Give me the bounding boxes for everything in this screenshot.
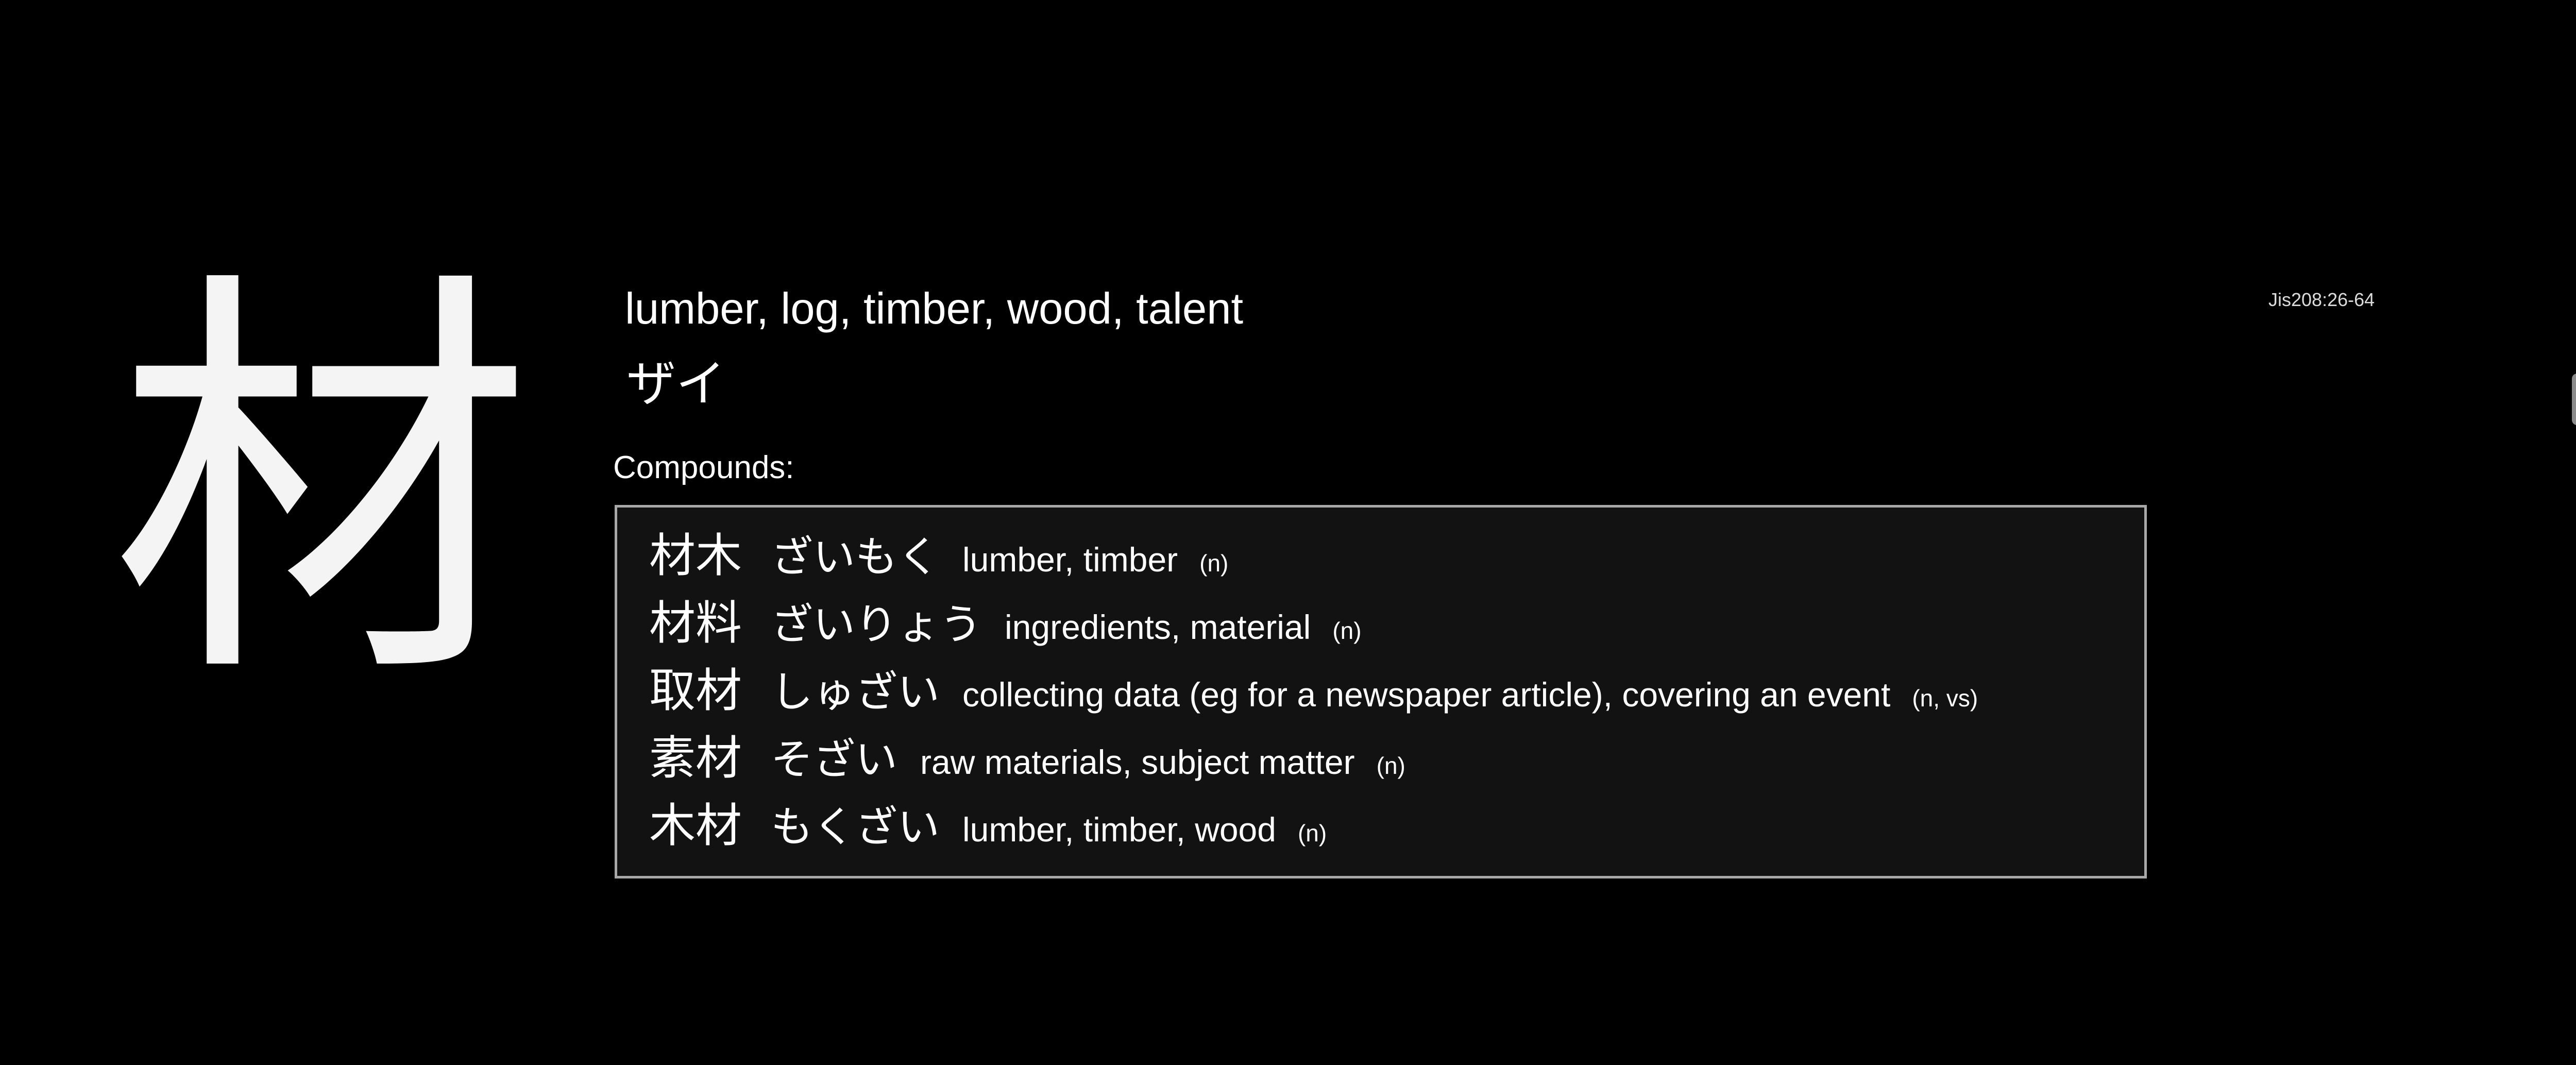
compound-row: 材料 ざいりょう ingredients, material (n) <box>649 585 2144 653</box>
compound-meaning: raw materials, subject matter <box>920 743 1355 781</box>
kanji-character: 材 <box>111 239 533 730</box>
compound-reading: しゅざい <box>771 668 940 717</box>
compound-meaning: ingredients, material <box>1005 608 1311 646</box>
compound-part-of-speech: (n) <box>1332 617 1362 644</box>
compound-meaning: collecting data (eg for a newspaper arti… <box>962 675 1891 714</box>
compound-reading: ざいりょう <box>771 600 982 649</box>
compound-reading: もくざい <box>771 803 940 852</box>
compound-word: 取材 <box>649 664 742 718</box>
compound-meaning: lumber, timber, wood <box>962 810 1276 849</box>
compound-part-of-speech: (n) <box>1376 752 1405 779</box>
compound-row: 木材 もくざい lumber, timber, wood (n) <box>649 788 2144 855</box>
kanji-meanings: lumber, log, timber, wood, talent <box>625 284 1244 333</box>
compounds-label: Compounds: <box>613 450 794 485</box>
compound-word: 素材 <box>649 731 742 785</box>
compound-reading: ざいもく <box>771 533 940 582</box>
kanji-detail-page: 材 lumber, log, timber, wood, talent ザイ J… <box>0 0 2576 1065</box>
compound-meaning: lumber, timber <box>962 540 1178 579</box>
jis-code: Jis208:26-64 <box>2268 289 2375 310</box>
compound-word: 材木 <box>649 529 742 583</box>
scrollbar-handle[interactable] <box>2572 374 2576 425</box>
compound-part-of-speech: (n, vs) <box>1912 685 1978 712</box>
compound-part-of-speech: (n) <box>1297 820 1327 847</box>
compound-word: 木材 <box>649 799 742 853</box>
compound-row: 取材 しゅざい collecting data (eg for a newspa… <box>649 653 2144 720</box>
compound-word: 材料 <box>649 596 742 650</box>
compound-row: 材木 ざいもく lumber, timber (n) <box>649 518 2144 585</box>
kanji-reading: ザイ <box>626 355 725 413</box>
compound-row: 素材 そざい raw materials, subject matter (n) <box>649 720 2144 788</box>
compound-reading: そざい <box>771 735 898 784</box>
compounds-list: 材木 ざいもく lumber, timber (n) 材料 ざいりょう ingr… <box>615 505 2147 878</box>
compound-part-of-speech: (n) <box>1199 550 1229 577</box>
